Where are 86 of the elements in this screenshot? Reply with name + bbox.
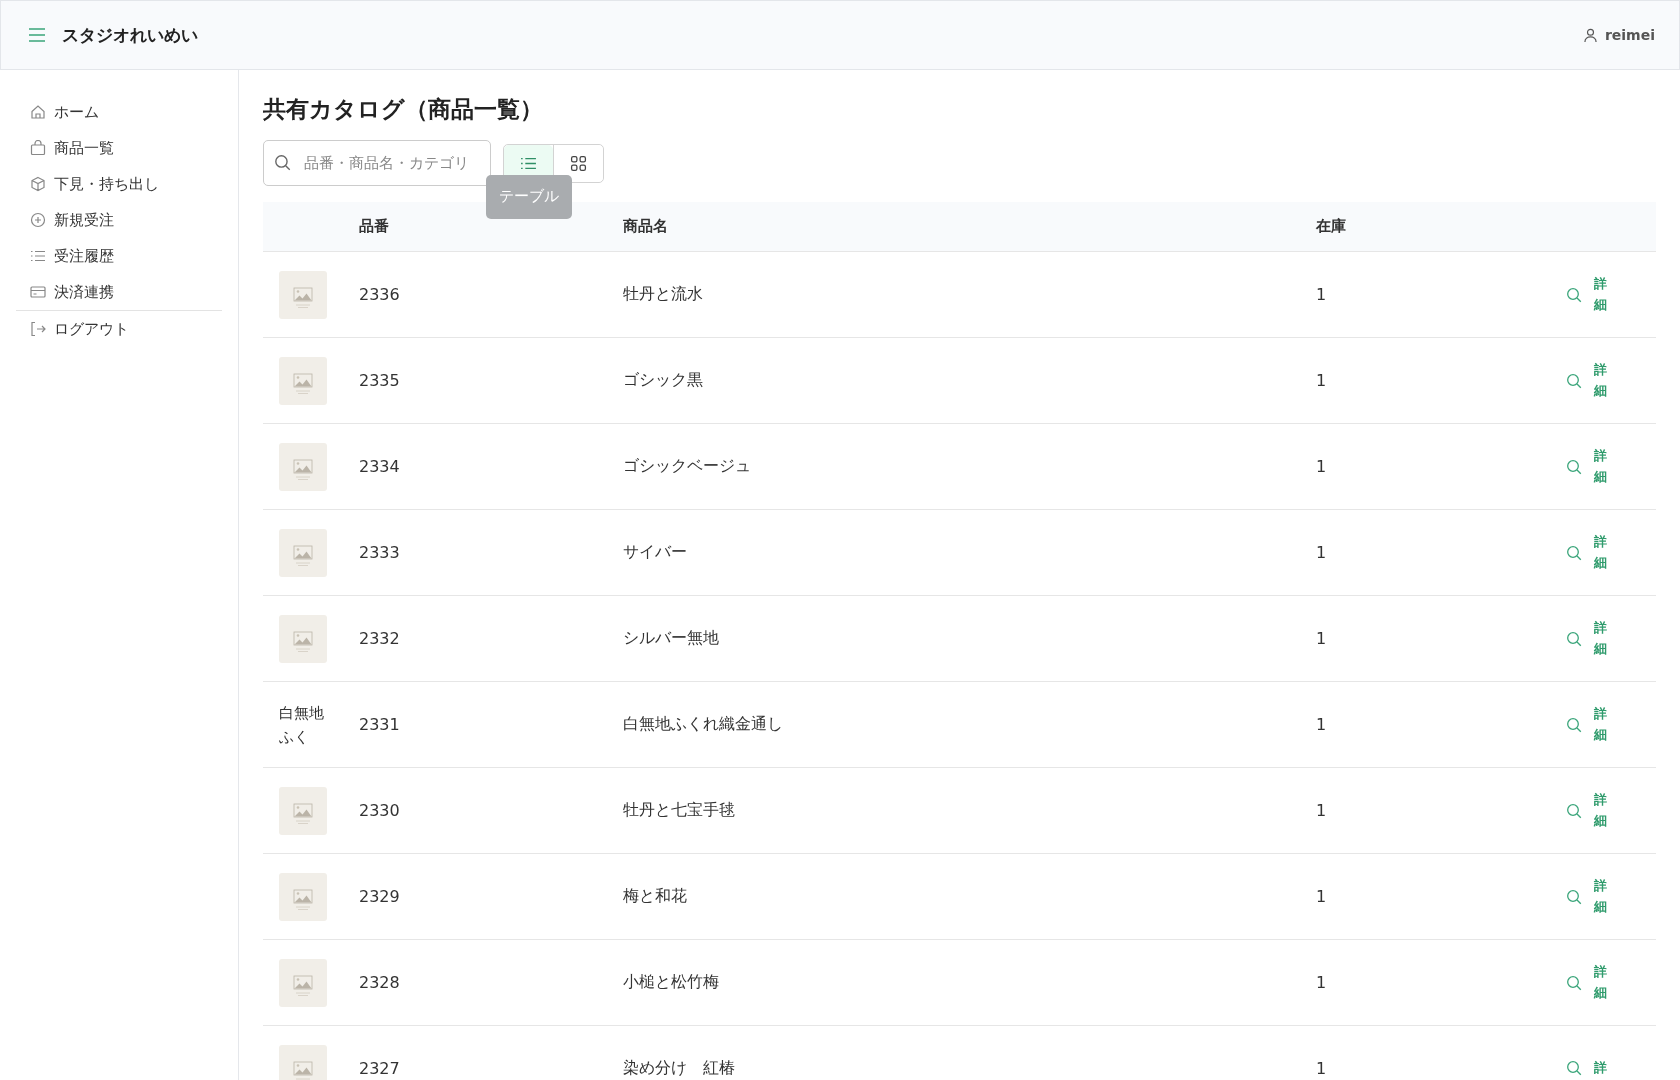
search-icon [1566, 372, 1582, 389]
table-cell-text: 1 [1316, 285, 1328, 304]
app-title: スタジオれいめい [62, 23, 198, 47]
table-cell-text: 1 [1316, 371, 1328, 390]
menu-icon[interactable] [28, 28, 46, 42]
table-cell-text: 牡丹と七宝手毬 [623, 800, 736, 821]
sidebar-item[interactable]: 受注履歴 [16, 238, 222, 274]
grid-icon [570, 154, 587, 172]
table-cell-text: ゴシック黒 [623, 370, 704, 391]
image-placeholder-icon [279, 356, 327, 405]
table-cell-text: 1 [1316, 715, 1328, 734]
image-placeholder-icon [279, 270, 327, 319]
page-title: 共有カタログ（商品一覧） [263, 95, 544, 124]
detail-link[interactable]: 詳細 [1566, 359, 1607, 402]
table-cell-text: 1 [1316, 543, 1328, 562]
search-icon [1566, 888, 1582, 905]
search-icon [274, 154, 291, 171]
table-cell-text: 2333 [359, 543, 401, 562]
sidebar-item[interactable]: 下見・持ち出し [16, 166, 222, 202]
card-icon [30, 284, 46, 300]
sidebar-item[interactable]: ログアウト [16, 310, 222, 347]
bag-icon [30, 140, 46, 156]
table-cell-text: シルバー無地 [623, 628, 720, 649]
user-name[interactable]: reimei [1604, 27, 1655, 43]
table-cell-text: 2328 [359, 973, 401, 992]
detail-link[interactable]: 詳細 [1566, 789, 1607, 832]
detail-link[interactable]: 詳細 [1566, 617, 1607, 660]
table-cell-text: 1 [1316, 801, 1328, 820]
column-header: 在庫 [1316, 217, 1347, 236]
search-icon [1566, 458, 1582, 475]
detail-link[interactable]: 詳細 [1566, 961, 1607, 1004]
sidebar-item[interactable]: 決済連携 [16, 274, 222, 310]
table-cell-text: 2332 [359, 629, 401, 648]
table-cell-text: 1 [1316, 973, 1328, 992]
table-cell-text: 1 [1316, 1059, 1328, 1078]
search-icon [1566, 974, 1582, 991]
table-cell-text: 2330 [359, 801, 401, 820]
image-placeholder-icon [279, 528, 327, 577]
table-cell-text: 2331 [359, 715, 401, 734]
sidebar-item[interactable]: 新規受注 [16, 202, 222, 238]
broken-image-alt-text: 白無地ふく [279, 702, 325, 748]
image-placeholder-icon [279, 786, 327, 835]
table-cell-text: 染め分け 紅椿 [623, 1058, 736, 1079]
search-icon [1566, 802, 1582, 819]
image-placeholder-icon [279, 442, 327, 491]
table-cell-text: 2334 [359, 457, 401, 476]
detail-link[interactable]: 詳細 [1566, 875, 1607, 918]
table-cell-text: 小槌と松竹梅 [623, 972, 720, 993]
table-cell-text: ゴシックベージュ [623, 456, 752, 477]
table-cell-text: 牡丹と流水 [623, 284, 704, 305]
cube-icon [30, 176, 46, 192]
column-header: 品番 [359, 217, 390, 236]
table-cell-text: 1 [1316, 887, 1328, 906]
home-icon [30, 104, 46, 120]
table-cell-text: 1 [1316, 629, 1328, 648]
search-icon [1566, 630, 1582, 647]
search-icon [1566, 1060, 1582, 1077]
sidebar-item[interactable]: 商品一覧 [16, 130, 222, 166]
column-header: 商品名 [623, 217, 669, 236]
search-field[interactable]: 品番・商品名・カテゴリ [263, 140, 491, 186]
table-cell-text: 白無地ふくれ織金通し [623, 714, 784, 735]
table-cell-text: 1 [1316, 457, 1328, 476]
detail-link[interactable]: 詳細 [1566, 531, 1607, 574]
table-cell-text: 2327 [359, 1059, 401, 1078]
image-placeholder-icon [279, 872, 327, 921]
sidebar-item[interactable]: ホーム [16, 94, 222, 130]
list-icon [30, 248, 46, 264]
detail-link[interactable]: 詳細 [1566, 703, 1607, 746]
image-placeholder-icon [279, 958, 327, 1007]
table-cell-text: サイバー [623, 542, 688, 563]
user-icon [1583, 27, 1597, 43]
detail-link[interactable]: 詳細 [1566, 445, 1607, 488]
search-icon [1566, 544, 1582, 561]
detail-link[interactable]: 詳細 [1566, 273, 1607, 316]
table-cell-text: 2329 [359, 887, 401, 906]
tooltip: テーブル [486, 174, 572, 219]
table-cell-text: 2336 [359, 285, 401, 304]
table-cell-text: 2335 [359, 371, 401, 390]
search-icon [1566, 716, 1582, 733]
logout-icon [30, 321, 46, 337]
image-placeholder-icon [279, 614, 327, 663]
image-placeholder-icon [279, 1044, 327, 1080]
detail-link[interactable]: 詳 [1566, 1058, 1607, 1079]
table-cell-text: 梅と和花 [623, 886, 688, 907]
plus-circle-icon [30, 212, 46, 228]
search-icon [1566, 286, 1582, 303]
